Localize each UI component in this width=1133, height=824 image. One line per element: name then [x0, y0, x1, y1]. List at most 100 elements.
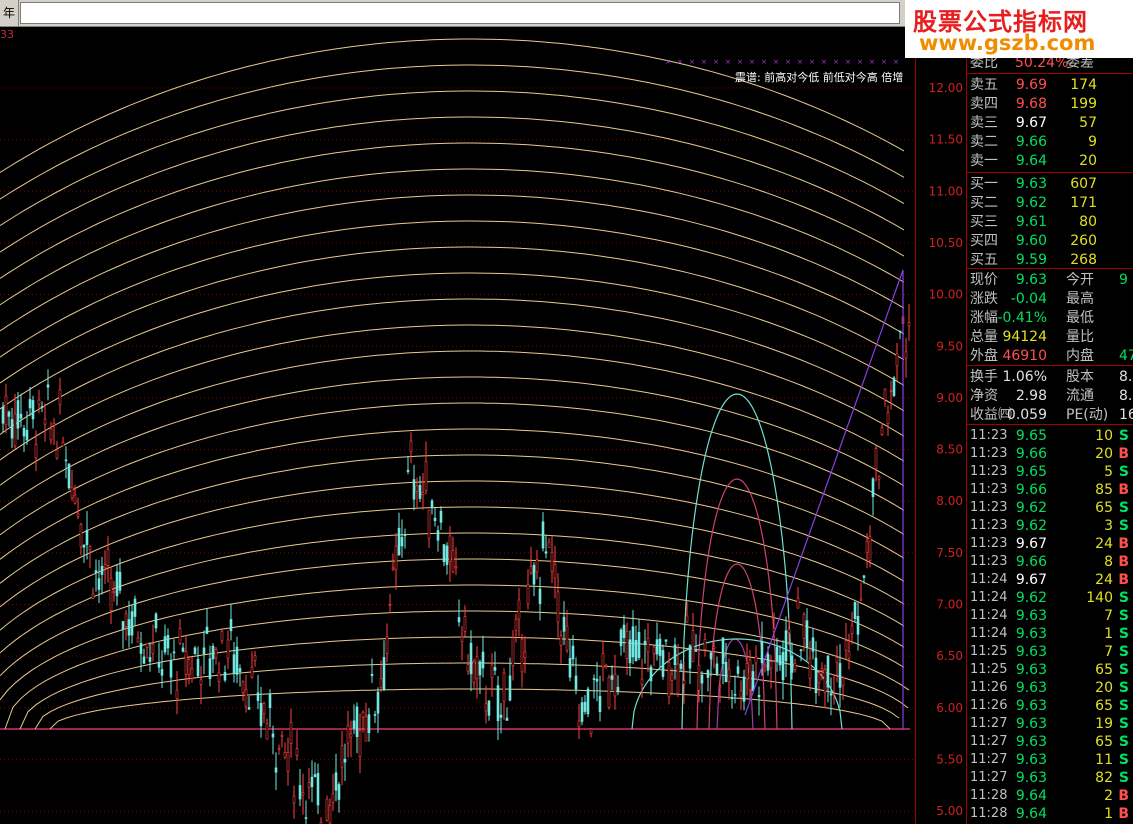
candle-body [907, 322, 911, 327]
stat-row: 换手1.06% 股本 8.9 [967, 368, 1133, 386]
tick-time: 11:27 [970, 752, 1008, 767]
candle-body [550, 552, 554, 572]
candle-body [40, 406, 44, 408]
tick-volume: 65 [1095, 662, 1113, 678]
candle-body [382, 657, 386, 690]
tick-row[interactable]: 11:23 9.62 65 S [967, 499, 1133, 517]
order-book-row: 卖三 9.67 57 [967, 114, 1133, 132]
candle-body [799, 649, 803, 652]
candle-body [238, 668, 242, 672]
candle-body [31, 400, 35, 420]
level-label: 卖四 [970, 96, 998, 112]
tick-flag: S [1118, 428, 1129, 444]
candle-body [589, 728, 593, 734]
candle-body [604, 664, 608, 667]
candle-body [730, 697, 734, 700]
tick-volume: 85 [1095, 482, 1113, 498]
tick-row[interactable]: 11:23 9.66 20 B [967, 445, 1133, 463]
tick-row[interactable]: 11:24 9.62 140 S [967, 589, 1133, 607]
candle-body [208, 658, 212, 679]
marker-glyph: × [701, 58, 707, 66]
quote-label: 现价 [970, 272, 998, 288]
tick-row[interactable]: 11:27 9.63 65 S [967, 733, 1133, 751]
tick-row[interactable]: 11:23 9.65 5 S [967, 463, 1133, 481]
tick-row[interactable]: 11:23 9.65 10 S [967, 427, 1133, 445]
tick-row[interactable]: 11:23 9.62 3 S [967, 517, 1133, 535]
tick-volume: 65 [1095, 734, 1113, 750]
order-book-row: 卖二 9.66 9 [967, 133, 1133, 151]
tick-volume: 20 [1095, 446, 1113, 462]
candle-body [307, 782, 311, 788]
candle-body [814, 657, 818, 694]
tick-row[interactable]: 11:28 9.64 2 B [967, 787, 1133, 805]
candle-body [424, 461, 428, 491]
tick-row[interactable]: 11:27 9.63 82 S [967, 769, 1133, 787]
candle-body [283, 751, 287, 758]
tick-row[interactable]: 11:23 9.66 8 B [967, 553, 1133, 571]
level-price: 9.64 [1015, 153, 1047, 169]
marker-glyph: × [809, 58, 815, 66]
candle-body [175, 689, 179, 700]
tick-row[interactable]: 11:28 9.64 1 B [967, 805, 1133, 823]
candle-body [460, 636, 464, 643]
candle-body [571, 645, 575, 660]
tick-row[interactable]: 11:24 9.67 24 B [967, 571, 1133, 589]
marker-glyph: × [881, 58, 887, 66]
spectrum-arc [0, 220, 905, 358]
candle-body [88, 546, 92, 551]
separator [967, 365, 1133, 366]
tick-row[interactable]: 11:27 9.63 19 S [967, 715, 1133, 733]
tick-time: 11:23 [970, 464, 1008, 479]
toolbar-input-field[interactable] [20, 2, 900, 24]
candle-body [520, 638, 524, 673]
stat-label: 净资 [970, 388, 998, 404]
candle-body [226, 639, 230, 659]
candle-body [256, 692, 260, 701]
tick-row[interactable]: 11:24 9.63 1 S [967, 625, 1133, 643]
tick-flag: S [1118, 770, 1129, 786]
tick-row[interactable]: 11:23 9.67 24 B [967, 535, 1133, 553]
price-axis-label: 5.00 [936, 804, 963, 818]
candle-body [244, 689, 248, 707]
candle-body [688, 645, 692, 669]
tick-row[interactable]: 11:26 9.63 65 S [967, 697, 1133, 715]
candle-body [442, 544, 446, 563]
candle-body [841, 677, 845, 687]
candle-body [73, 494, 77, 504]
stat-label2: 流通 [1066, 388, 1094, 404]
candle-body [67, 463, 71, 489]
candle-body [385, 636, 389, 654]
tick-flag: S [1118, 698, 1129, 714]
tick-row[interactable]: 11:23 9.66 85 B [967, 481, 1133, 499]
level-price: 9.60 [1015, 233, 1047, 249]
candle-body [448, 535, 452, 563]
candle-body [790, 655, 794, 673]
tick-row[interactable]: 11:27 9.63 11 S [967, 751, 1133, 769]
order-book-row: 买五 9.59 268 [967, 251, 1133, 269]
stat-label: 换手 [970, 369, 998, 385]
candle-body [25, 429, 29, 441]
quote-panel: 委比 50.24% 委差 卖五 9.69 174 卖四 9.68 199 卖三 9.67 57 卖… [967, 27, 1133, 824]
candle-body [490, 664, 494, 678]
tick-time: 11:28 [970, 806, 1008, 821]
period-tab-year[interactable]: 年 [0, 0, 19, 26]
candle-body [883, 388, 887, 401]
tick-row[interactable]: 11:24 9.63 7 S [967, 607, 1133, 625]
spectrum-arc [0, 402, 905, 536]
tick-flag: B [1118, 536, 1129, 552]
tick-volume: 24 [1095, 572, 1113, 588]
candle-body [391, 567, 395, 570]
tick-row[interactable]: 11:26 9.63 20 S [967, 679, 1133, 697]
tick-row[interactable]: 11:25 9.63 7 S [967, 643, 1133, 661]
candle-body [742, 676, 746, 702]
candle-body [553, 564, 557, 579]
tick-price: 9.65 [1015, 428, 1047, 444]
candle-body [268, 693, 272, 708]
candle-body [844, 640, 848, 651]
candle-body [199, 679, 203, 685]
candle-body [229, 619, 233, 632]
kline-chart[interactable]: × × × × × × × × × × × × × × × × × × × × 震谱: 前高对今低 前低对今高 倍增 1… [0, 27, 965, 824]
tick-row[interactable]: 11:25 9.63 65 S [967, 661, 1133, 679]
candle-body [595, 678, 599, 682]
spectrum-arc [0, 142, 905, 279]
